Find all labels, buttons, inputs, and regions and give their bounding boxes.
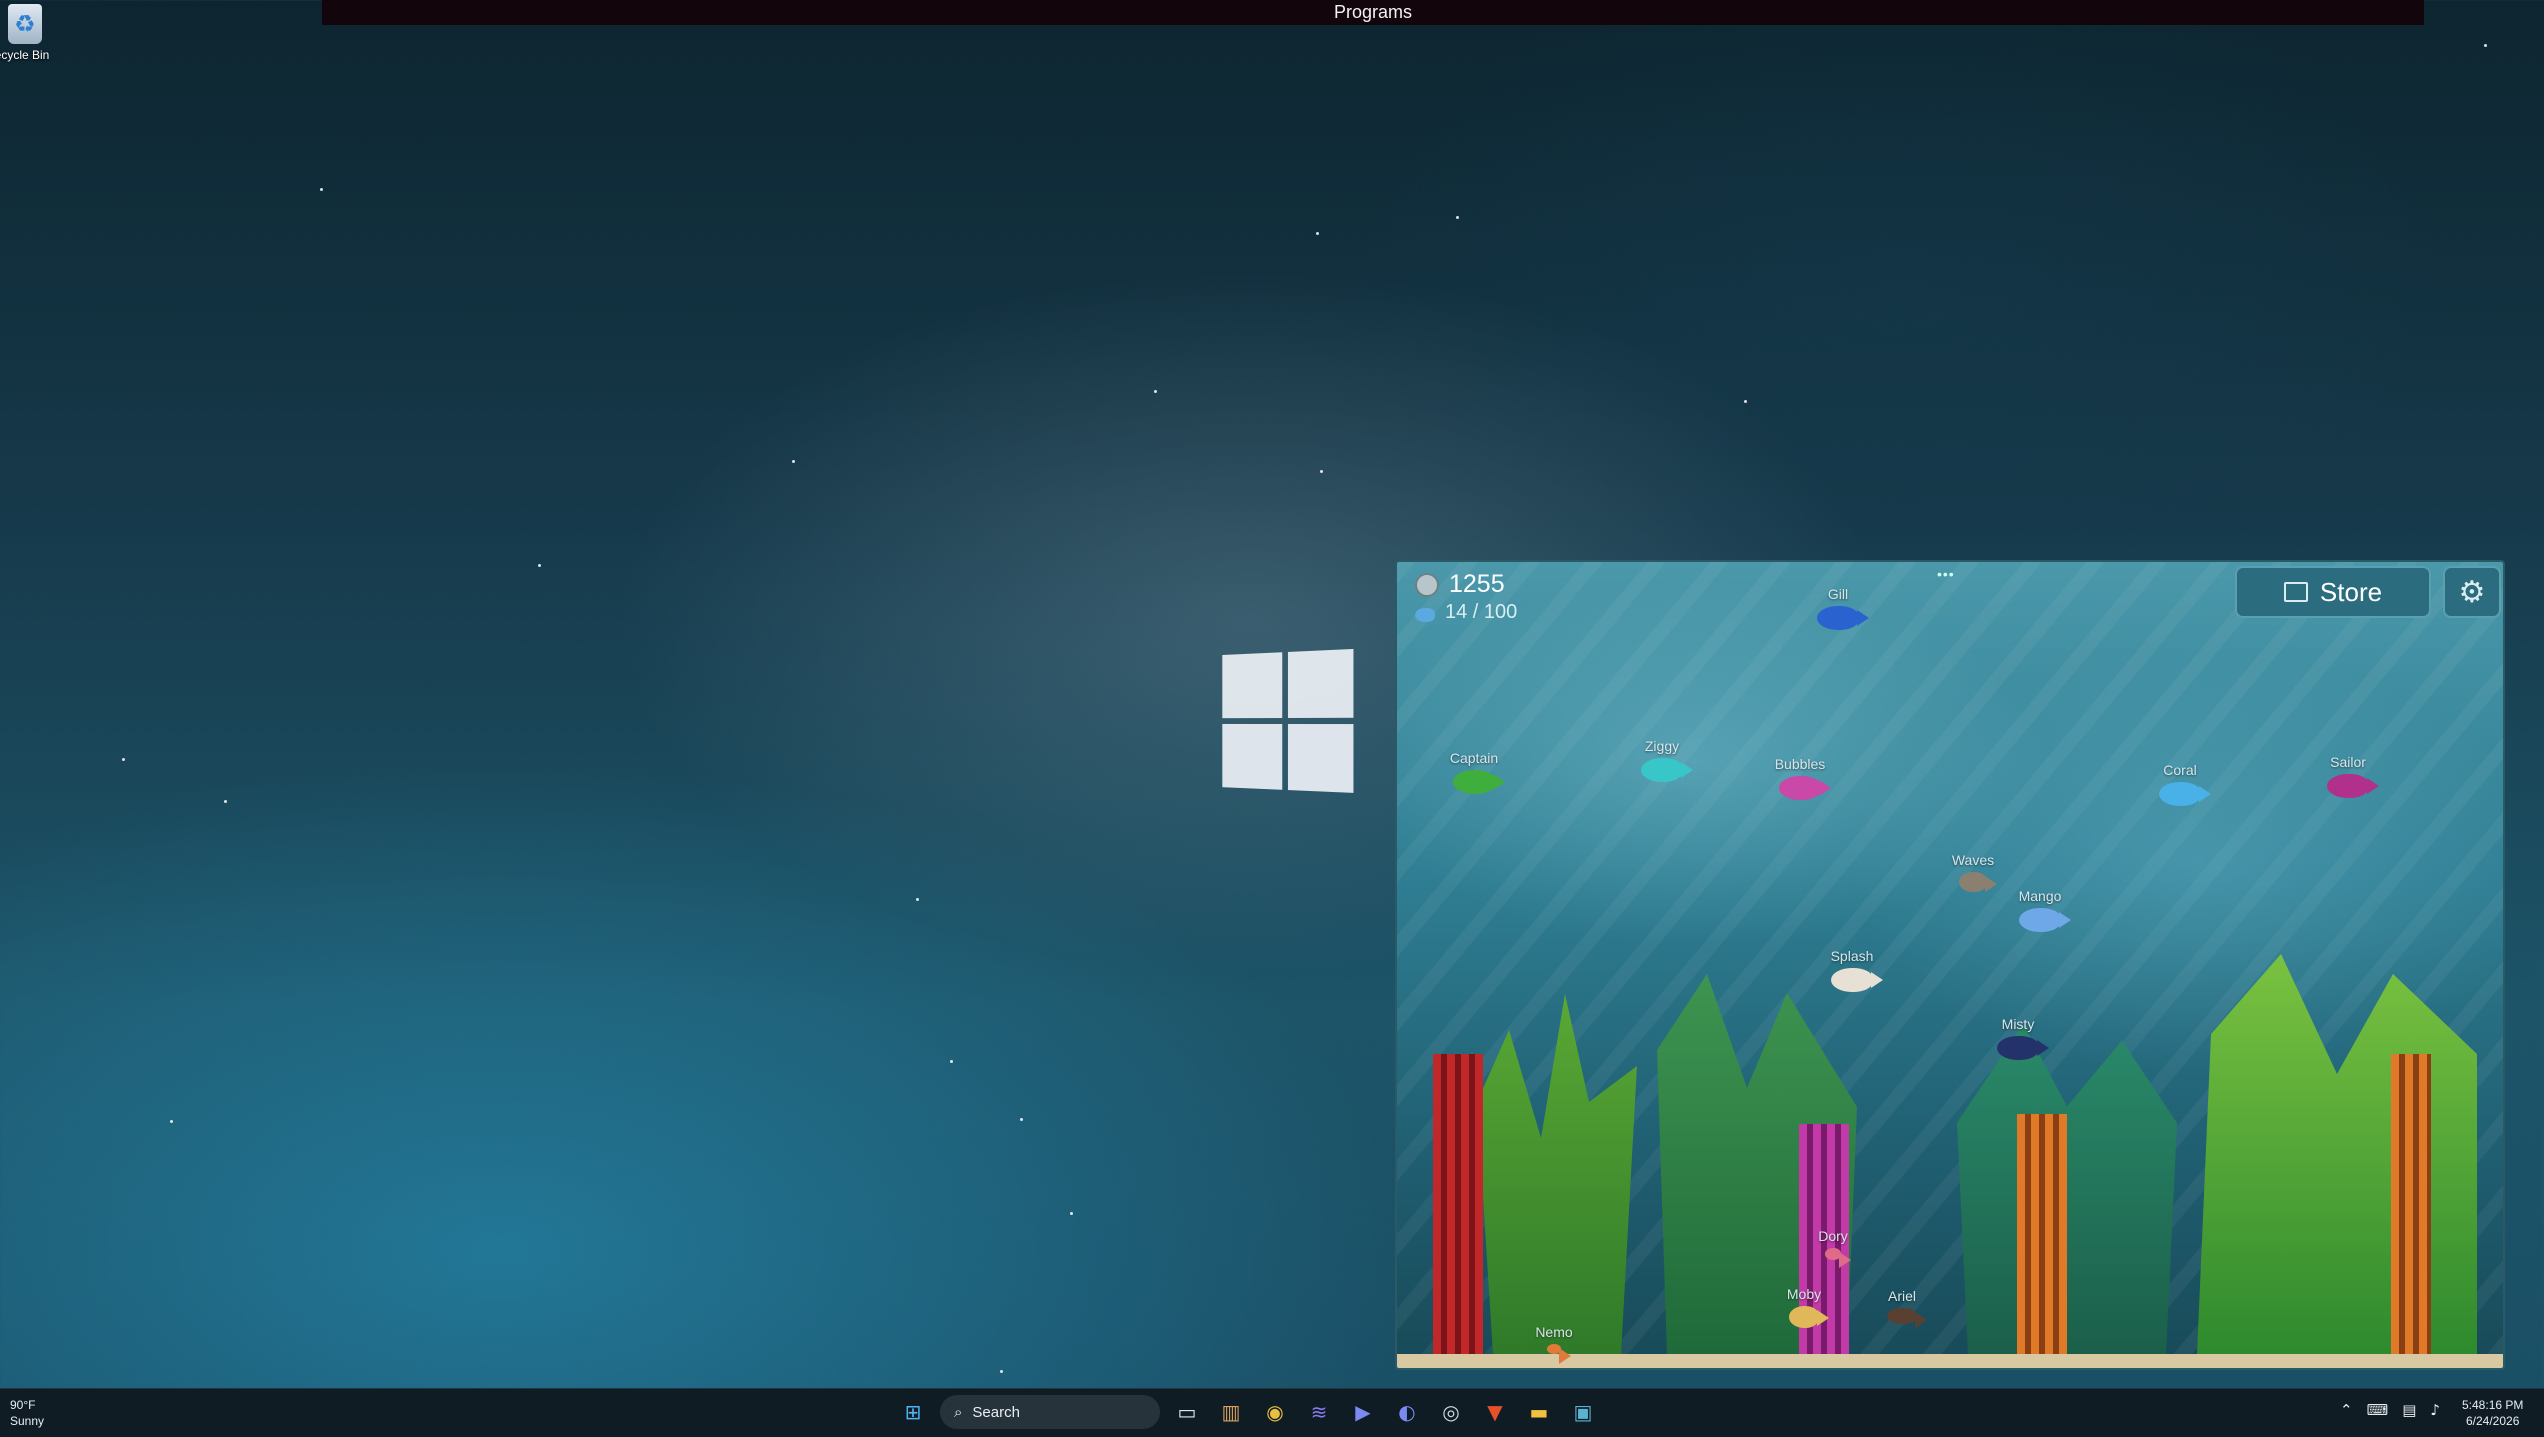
clock-time: 5:48:16 PM — [2462, 1398, 2524, 1412]
chevron-up-icon[interactable]: ⌃ — [2340, 1401, 2353, 1419]
search-label: Search — [972, 1403, 1020, 1421]
system-tray: ⌃ ⌨ ▤ ♪ — [2340, 1401, 2440, 1419]
clock[interactable]: 5:48:16 PM 6/24/2026 — [2462, 1397, 2523, 1429]
brave-icon[interactable]: ▼ — [1478, 1395, 1512, 1429]
fish-bubbles[interactable]: Bubbles — [1775, 756, 1831, 800]
settings-button[interactable]: ⚙ — [2443, 566, 2501, 618]
volume-icon[interactable]: ♪ — [2430, 1401, 2440, 1419]
programs-bar[interactable]: Programs — [322, 0, 2424, 25]
fish-waves[interactable]: Waves — [1952, 852, 1997, 892]
store-button[interactable]: Store — [2235, 566, 2431, 618]
start-button[interactable]: ⊞ — [896, 1395, 930, 1429]
kelp-plant — [1957, 1024, 2177, 1354]
taskbar-search[interactable]: ⌕ Search — [940, 1395, 1160, 1429]
store-button-label: Store — [2319, 576, 2383, 607]
shell-currency-icon — [1415, 572, 1439, 597]
coin-balance: 1255 — [1449, 570, 1505, 598]
windows-logo — [1222, 648, 1357, 798]
fish-misty[interactable]: Misty — [1997, 1016, 2049, 1060]
editor-app-icon[interactable]: ≋ — [1302, 1395, 1336, 1429]
recycle-bin-label: ecycle Bin — [0, 48, 50, 62]
kelp-plant — [2197, 954, 2477, 1354]
fish-splash[interactable]: Splash — [1831, 948, 1883, 992]
store-icon — [2283, 582, 2308, 602]
recycle-bin[interactable]: ecycle Bin — [0, 4, 50, 62]
keyboard-icon[interactable]: ⌨ — [2367, 1401, 2389, 1419]
weather-widget[interactable]: 90°F Sunny — [10, 1397, 44, 1429]
fish-count: 14 / 100 — [1445, 601, 1518, 623]
red-coral — [1433, 1054, 1483, 1354]
fish-gill[interactable]: Gill — [1817, 586, 1869, 630]
fish-dory[interactable]: Dory — [1818, 1228, 1851, 1268]
fish-ariel[interactable]: Ariel — [1887, 1288, 1927, 1328]
search-icon: ⌕ — [954, 1403, 963, 1421]
fish-coral[interactable]: Coral — [2159, 762, 2211, 806]
aquarium-app-icon[interactable]: ▣ — [1566, 1395, 1600, 1429]
weather-temp: 90°F — [10, 1398, 36, 1412]
network-icon[interactable]: ▤ — [2402, 1401, 2416, 1419]
gear-icon: ⚙ — [2458, 574, 2486, 610]
fish-count-icon — [1415, 607, 1435, 622]
orange-coral — [2017, 1114, 2067, 1354]
taskbar: 90°F Sunny ⊞ ⌕ Search ▭ ▥ ◉ ≋ ▶ ◐ ◎ ▼ ▬ … — [0, 1388, 2544, 1437]
fish-sailor[interactable]: Sailor — [2327, 754, 2379, 798]
orange-coral — [2391, 1054, 2431, 1354]
drag-handle-icon[interactable]: ••• — [1937, 566, 1955, 582]
fish-ziggy[interactable]: Ziggy — [1641, 738, 1693, 782]
aquarium-window[interactable]: ••• 1255 14 / 100 Store ⚙ Gill Captain Z… — [1395, 560, 2505, 1370]
chrome-icon[interactable]: ◉ — [1258, 1395, 1292, 1429]
fish-moby[interactable]: Moby — [1787, 1286, 1829, 1328]
programs-bar-title: Programs — [1333, 2, 1413, 22]
discord-icon[interactable]: ◐ — [1390, 1395, 1424, 1429]
fish-mango[interactable]: Mango — [2019, 888, 2071, 932]
media-player-icon[interactable]: ▶ — [1346, 1395, 1380, 1429]
task-view-icon[interactable]: ▭ — [1170, 1395, 1204, 1429]
recycle-bin-icon — [8, 4, 42, 44]
hud: 1255 14 / 100 — [1415, 570, 1517, 624]
steam-icon[interactable]: ◎ — [1434, 1395, 1468, 1429]
clock-date: 6/24/2026 — [2465, 1414, 2520, 1428]
weather-desc: Sunny — [10, 1414, 45, 1428]
fish-captain[interactable]: Captain — [1450, 750, 1505, 794]
library-app-icon[interactable]: ▥ — [1214, 1395, 1248, 1429]
kelp-plant — [1477, 994, 1637, 1354]
fish-nemo[interactable]: Nemo — [1535, 1324, 1573, 1364]
file-explorer-icon[interactable]: ▬ — [1522, 1395, 1556, 1429]
